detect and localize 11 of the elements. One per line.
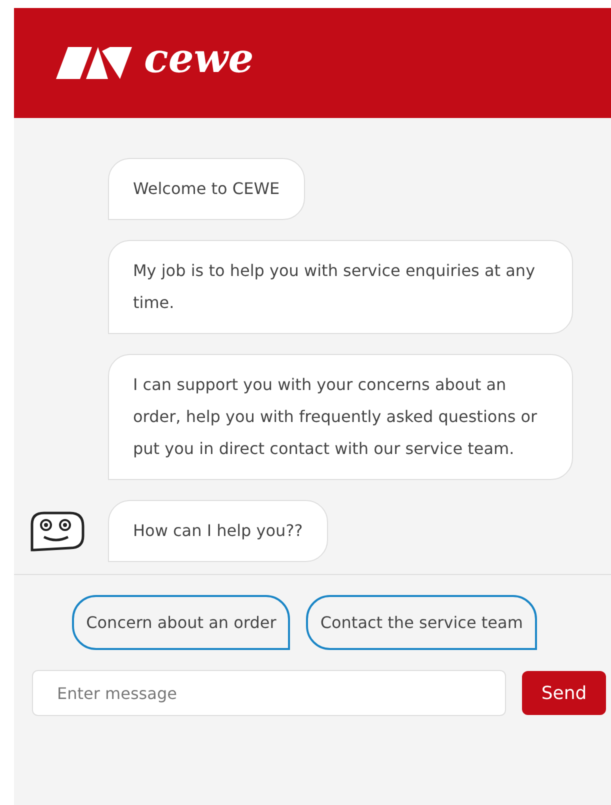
logo-wordmark: cewe	[144, 39, 254, 79]
chat-bubble: Welcome to CEWE	[108, 158, 305, 220]
smiley-bubble-icon	[28, 510, 86, 552]
quick-reply-button[interactable]: Contact the service team	[306, 595, 537, 650]
chat-bubble: How can I help you??	[108, 500, 328, 562]
quick-reply-button[interactable]: Concern about an order	[72, 595, 290, 650]
message-field[interactable]: Enter message	[32, 670, 506, 716]
chat-bubble: I can support you with your concerns about an order, help you with frequently asked questions or put you in direct contact with our service team.	[108, 354, 573, 480]
logo-icon	[56, 47, 132, 79]
chat-bubble: My job is to help you with service enquiries at any time.	[108, 240, 573, 334]
send-button[interactable]: Send	[522, 671, 606, 715]
